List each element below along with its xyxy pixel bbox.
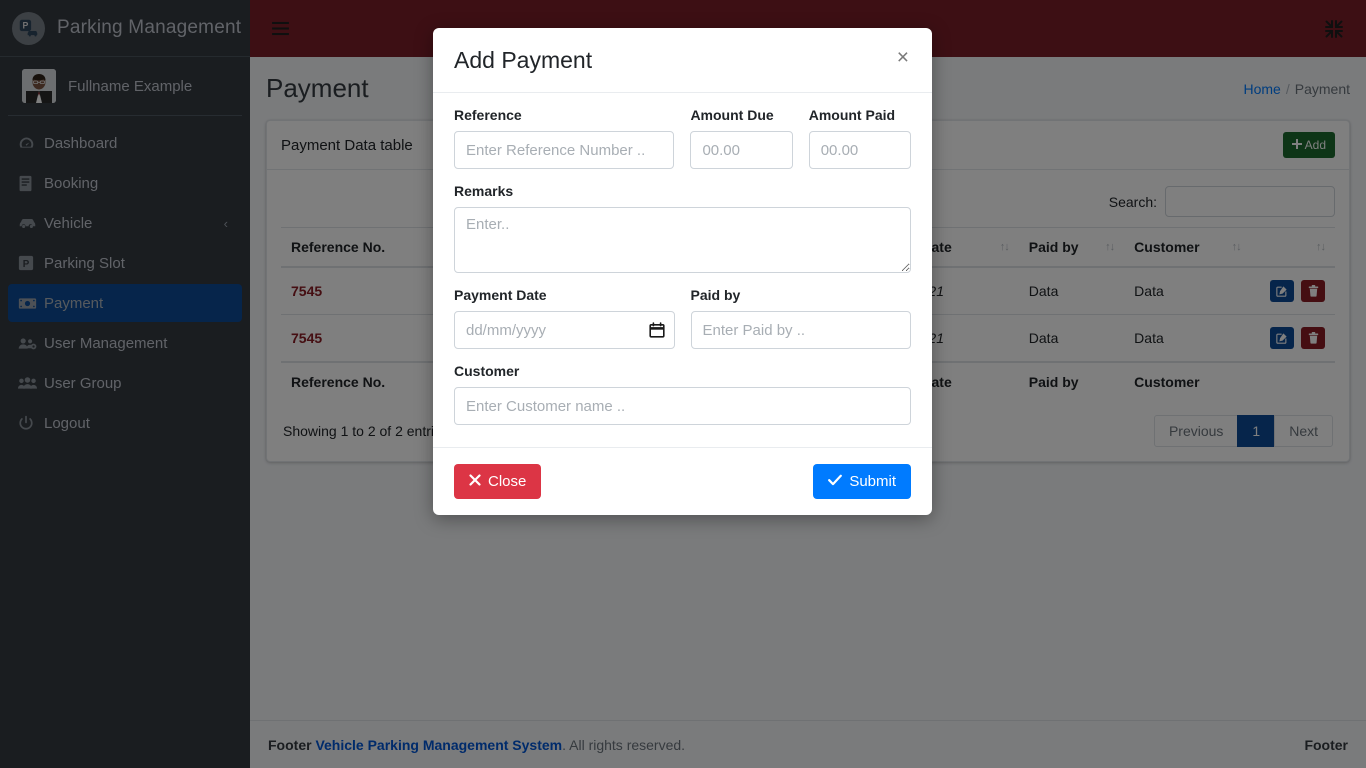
modal-title: Add Payment [454,47,592,74]
customer-label: Customer [454,363,911,379]
payment-date-label: Payment Date [454,287,675,303]
field-group-customer: Customer [454,363,911,425]
field-group-amount-due: Amount Due [690,107,792,169]
reference-label: Reference [454,107,674,123]
field-group-paid-by: Paid by [691,287,912,349]
amount-paid-label: Amount Paid [809,107,911,123]
check-icon [828,473,842,490]
x-icon [469,473,481,490]
field-group-payment-date: Payment Date [454,287,675,349]
remarks-textarea[interactable] [454,207,911,273]
close-button-label: Close [488,473,526,490]
submit-button-label: Submit [849,473,896,490]
amount-due-input[interactable] [690,131,792,169]
paid-by-label: Paid by [691,287,912,303]
remarks-label: Remarks [454,183,911,199]
modal-body: Reference Amount Due Amount Paid Remarks… [433,93,932,447]
amount-paid-input[interactable] [809,131,911,169]
field-group-remarks: Remarks [454,183,911,273]
paid-by-input[interactable] [691,311,912,349]
field-group-amount-paid: Amount Paid [809,107,911,169]
payment-date-input[interactable] [454,311,675,349]
add-payment-modal: Add Payment × Reference Amount Due Amoun… [433,28,932,515]
reference-input[interactable] [454,131,674,169]
amount-due-label: Amount Due [690,107,792,123]
form-row-amounts: Reference Amount Due Amount Paid [454,107,911,169]
customer-input[interactable] [454,387,911,425]
modal-footer: Close Submit [433,447,932,515]
field-group-reference: Reference [454,107,674,169]
form-row-customer: Customer [454,363,911,425]
modal-header: Add Payment × [433,28,932,93]
form-row-remarks: Remarks [454,183,911,273]
form-row-date-paidby: Payment Date Paid by [454,287,911,349]
close-x-icon[interactable]: × [895,47,911,68]
submit-button[interactable]: Submit [813,464,911,499]
close-button[interactable]: Close [454,464,541,499]
